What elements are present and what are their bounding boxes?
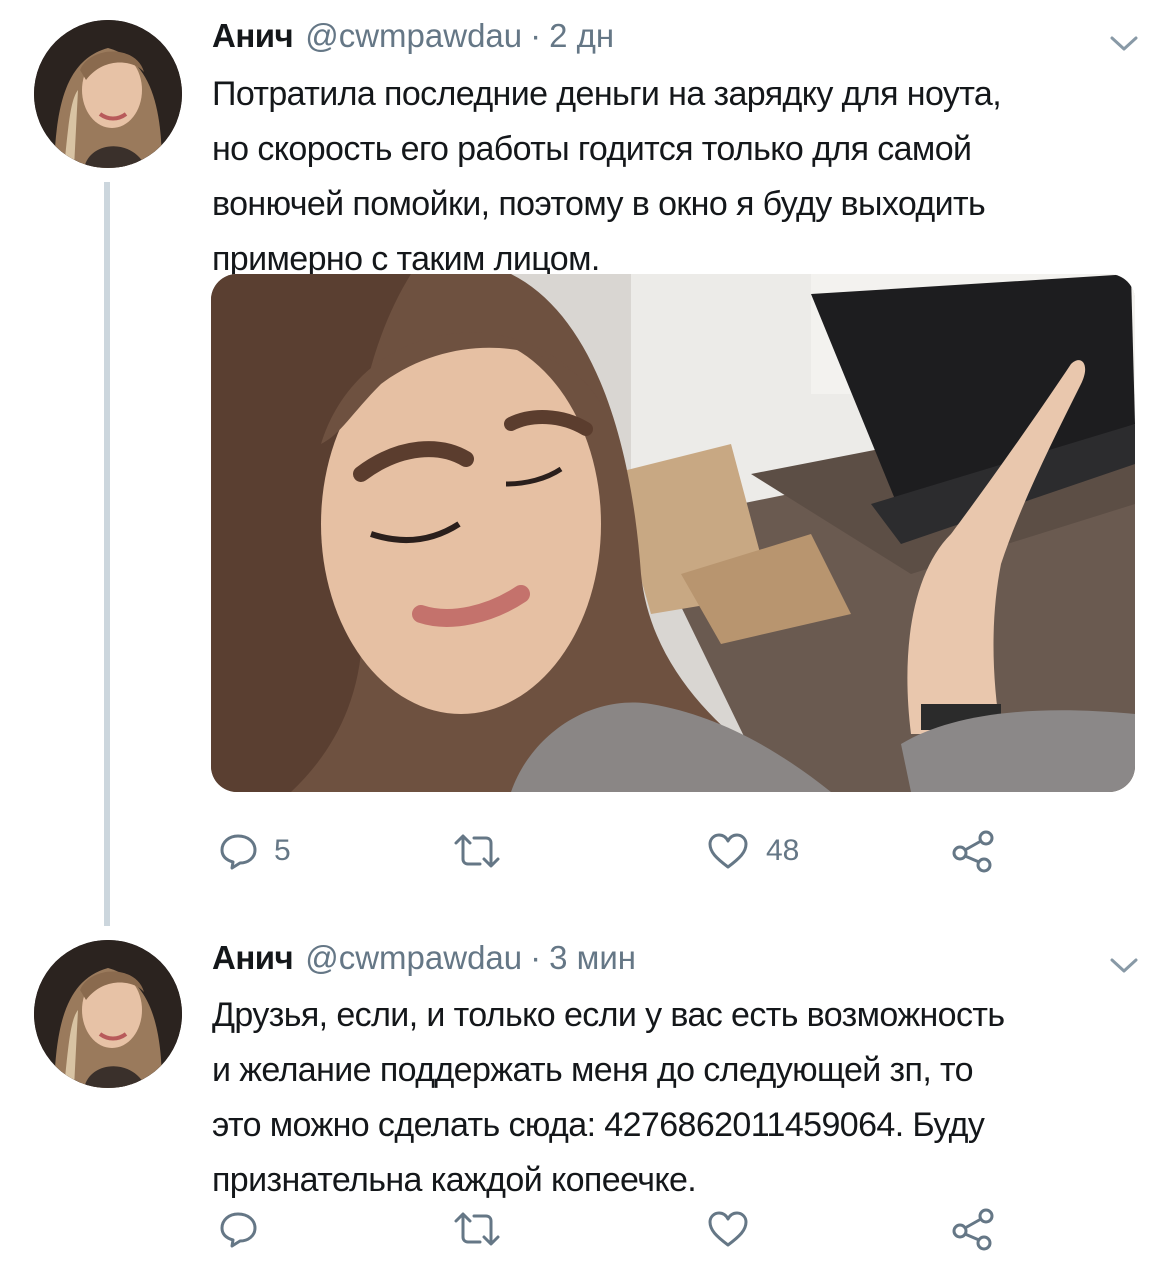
retweet-icon [454, 834, 500, 868]
share-button[interactable] [950, 826, 996, 876]
tweet-actions [212, 1204, 1132, 1254]
chevron-down-icon[interactable] [1109, 956, 1139, 976]
tweet-header: Анич @cwmpawdau · 3 мин [212, 938, 636, 978]
reply-icon [220, 834, 257, 870]
separator: · [530, 17, 542, 54]
thread-line [104, 182, 110, 926]
separator: · [530, 939, 542, 976]
tweet-header: Анич @cwmpawdau · 2 дн [212, 16, 614, 56]
reply-icon [220, 1212, 257, 1248]
tweet[interactable]: Анич @cwmpawdau · 2 дн Потратила последн… [0, 0, 1169, 926]
avatar[interactable] [34, 20, 182, 168]
like-button[interactable]: 48 [706, 826, 799, 876]
avatar[interactable] [34, 940, 182, 1088]
share-button[interactable] [950, 1204, 996, 1254]
share-icon [952, 830, 994, 873]
chevron-down-icon[interactable] [1109, 34, 1139, 54]
retweet-button[interactable] [452, 826, 518, 876]
tweet[interactable]: Анич @cwmpawdau · 3 мин Друзья, если, и … [0, 918, 1169, 1280]
reply-count: 5 [274, 834, 291, 867]
author-handle[interactable]: @cwmpawdau [305, 939, 522, 977]
tweet-text: Потратила последние деньги на зарядку дл… [212, 75, 1002, 278]
author-name[interactable]: Анич [212, 17, 294, 55]
author-handle[interactable]: @cwmpawdau [305, 17, 522, 55]
timestamp[interactable]: 2 дн [549, 17, 614, 55]
like-icon [708, 833, 748, 869]
retweet-icon [454, 1212, 500, 1246]
retweet-button[interactable] [452, 1204, 518, 1254]
tweet-actions: 5 48 [212, 826, 1132, 876]
reply-button[interactable]: 5 [218, 826, 291, 876]
like-count: 48 [766, 834, 800, 867]
timestamp[interactable]: 3 мин [549, 939, 636, 977]
tweet-text: Друзья, если, и только если у вас есть в… [212, 996, 1005, 1199]
share-icon [952, 1208, 994, 1251]
author-name[interactable]: Анич [212, 939, 294, 977]
like-button[interactable] [706, 1204, 766, 1254]
tweet-photo[interactable] [211, 274, 1135, 792]
like-icon [708, 1211, 748, 1247]
reply-button[interactable] [218, 1204, 274, 1254]
